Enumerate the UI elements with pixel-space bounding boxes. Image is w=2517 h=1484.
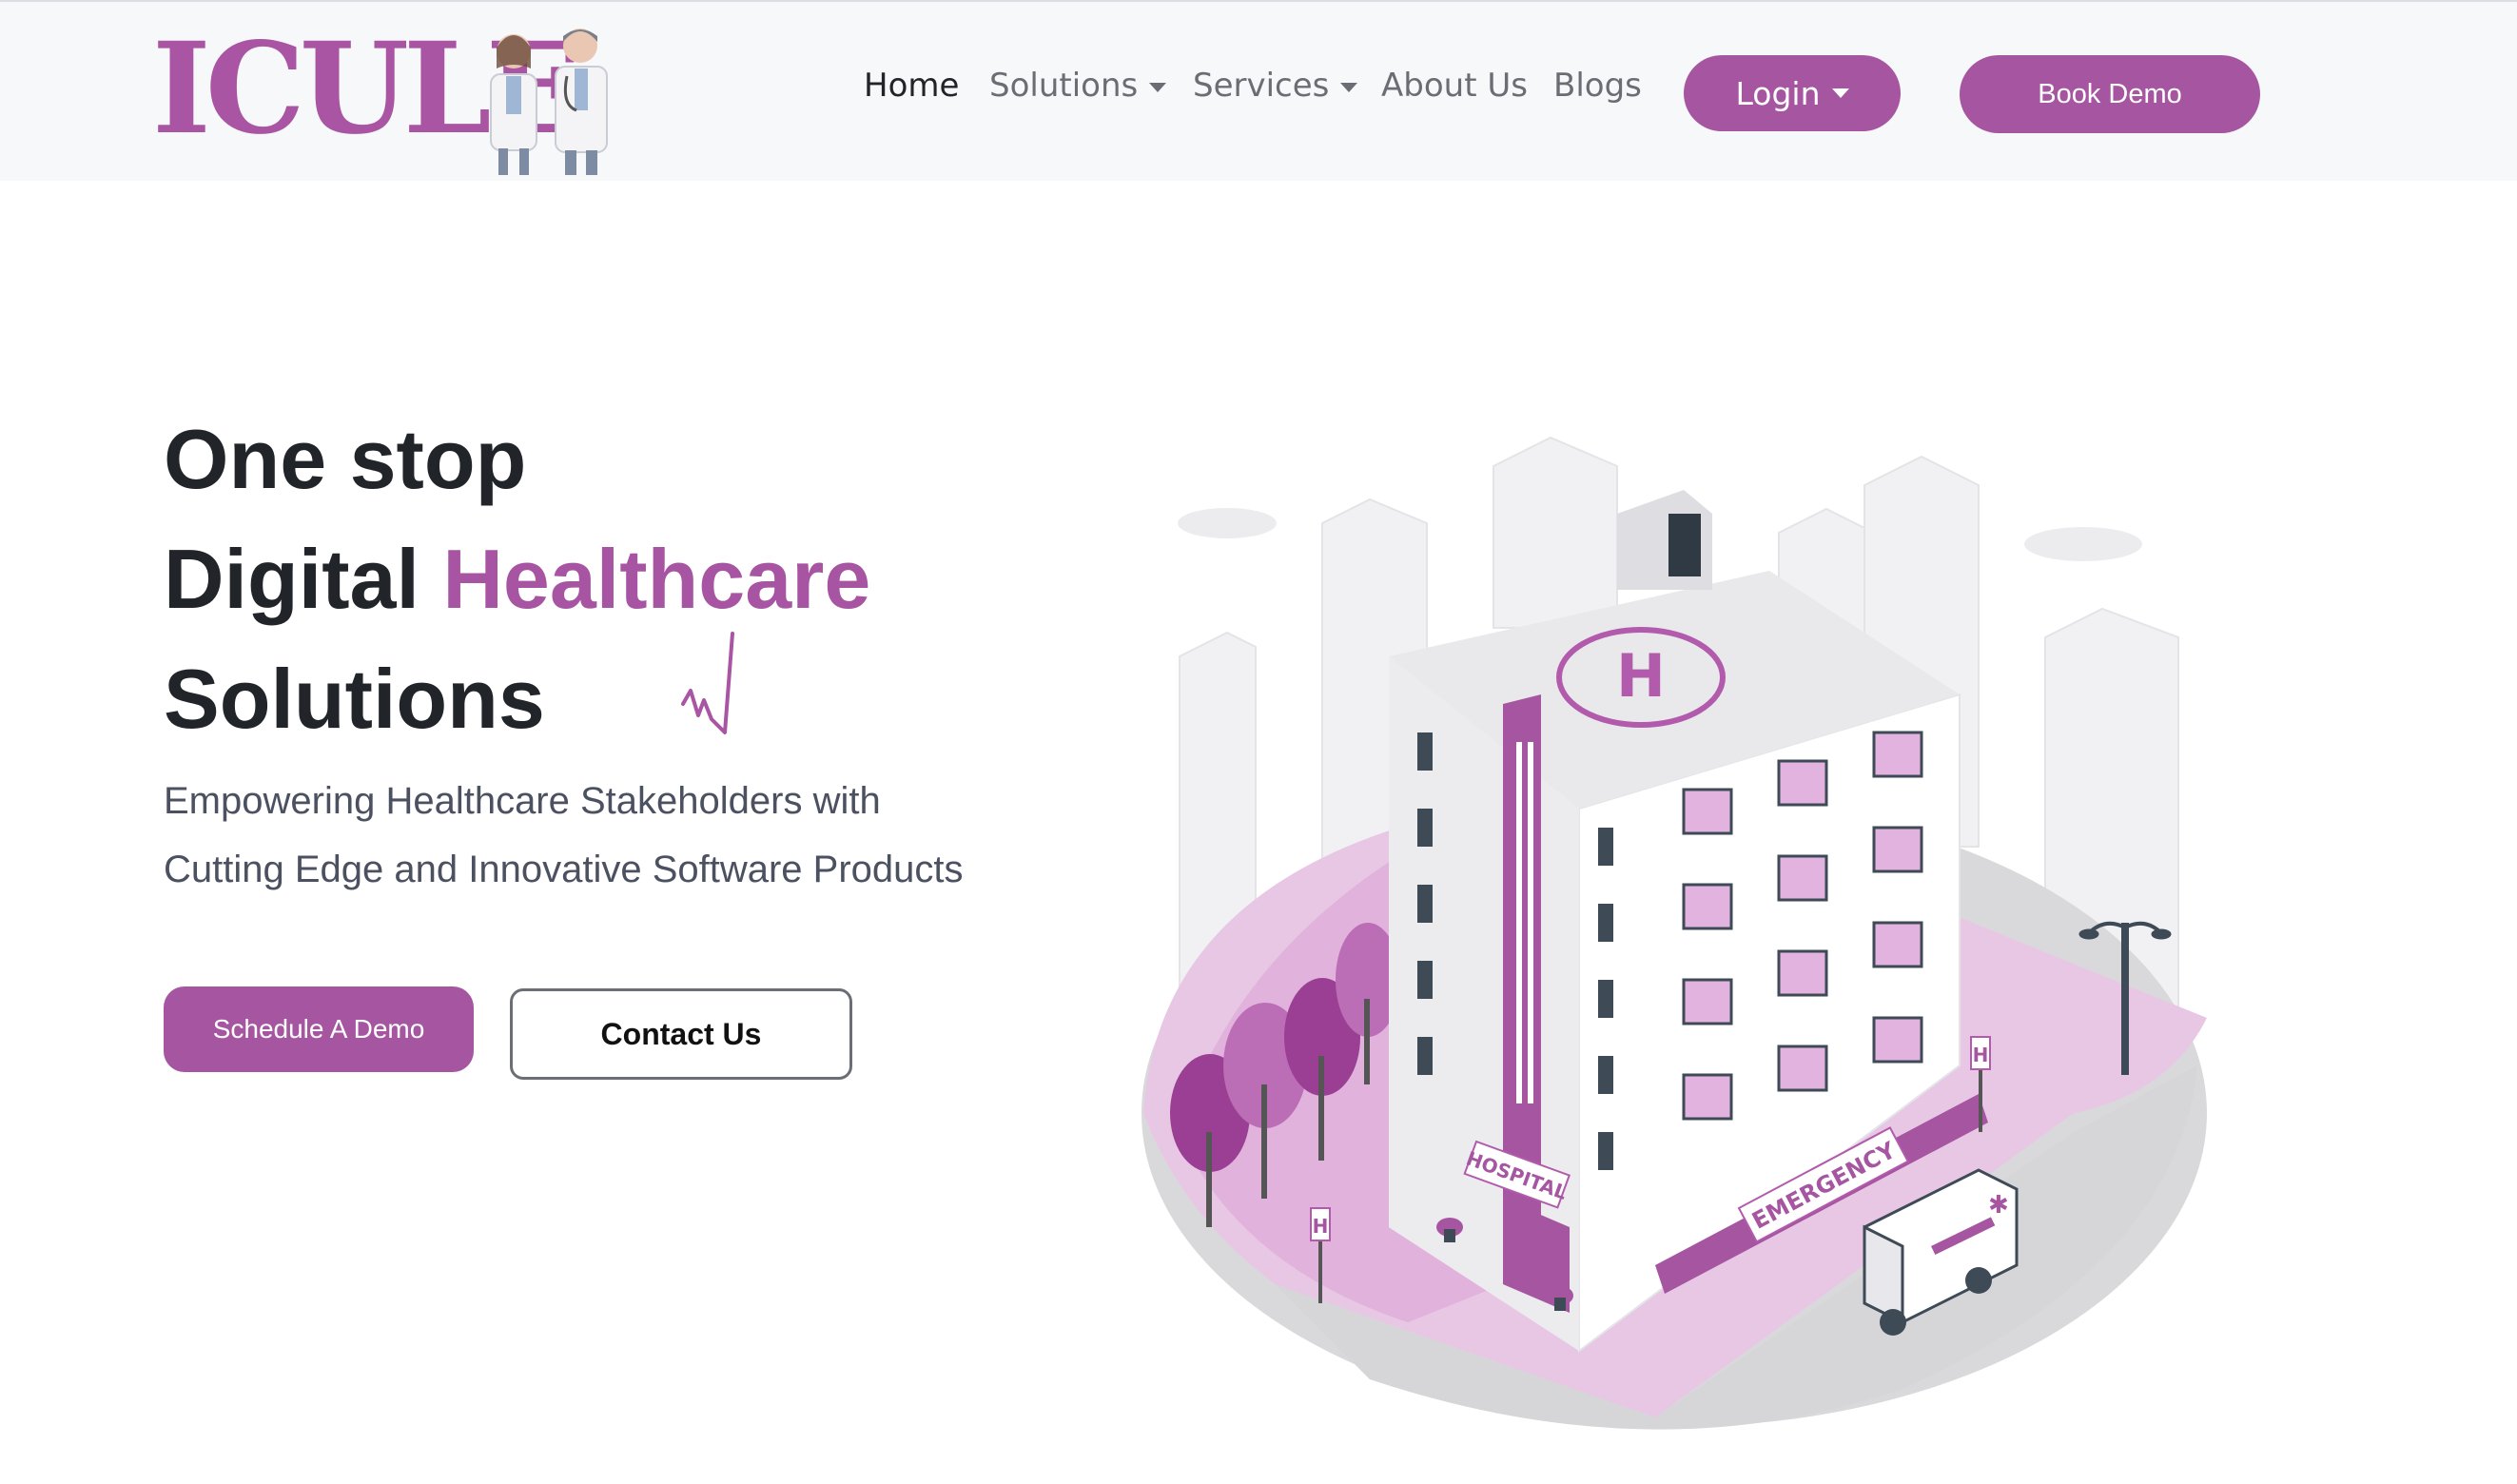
schedule-demo-button[interactable]: Schedule A Demo xyxy=(164,986,474,1072)
street-sign-letter: H xyxy=(1973,1044,1989,1066)
nav-about-label: About Us xyxy=(1381,67,1528,105)
brand-logo[interactable]: ICULE xyxy=(143,15,637,177)
street-sign-letter-2: H xyxy=(1313,1215,1329,1238)
hero-title-line3: Solutions xyxy=(164,652,545,746)
nav-about-us[interactable]: About Us xyxy=(1381,67,1528,105)
nav-home[interactable]: Home xyxy=(864,67,959,105)
nav-solutions-label: Solutions xyxy=(989,67,1139,105)
nav-solutions-dropdown[interactable]: Solutions xyxy=(989,67,1167,105)
hero-title-digital: Digital xyxy=(164,532,420,626)
hero-title: One stop Digital Healthcare Solutions xyxy=(164,400,1115,759)
hero-subtitle: Empowering Healthcare Stakeholders with … xyxy=(164,767,1115,904)
top-navbar: ICULE Home Solutions Services About Us B… xyxy=(0,0,2517,181)
heartbeat-pulse-icon xyxy=(681,632,734,734)
contact-us-label: Contact Us xyxy=(600,1016,762,1051)
nav-home-label: Home xyxy=(864,67,960,105)
book-demo-label: Book Demo xyxy=(2038,78,2182,109)
hospital-illustration: H HOSPITAL EMERGENCY ✱ H H xyxy=(1141,436,2207,1430)
chevron-down-icon xyxy=(1340,82,1358,92)
hero-title-healthcare: Healthcare xyxy=(442,532,871,626)
book-demo-button[interactable]: Book Demo xyxy=(1960,55,2260,133)
nav-services-label: Services xyxy=(1193,67,1330,105)
chevron-down-icon xyxy=(1831,88,1849,98)
hero-title-line1: One stop xyxy=(164,412,527,506)
chevron-down-icon xyxy=(1149,82,1167,92)
contact-us-button[interactable]: Contact Us xyxy=(510,988,852,1080)
nav-services-dropdown[interactable]: Services xyxy=(1193,67,1358,105)
hero-title-line2: Digital Healthcare xyxy=(164,519,1115,639)
helipad-letter: H xyxy=(1616,641,1666,711)
login-label: Login xyxy=(1735,74,1821,112)
svg-text:✱: ✱ xyxy=(1988,1191,2009,1220)
hero-subtitle-line1: Empowering Healthcare Stakeholders with xyxy=(164,780,881,822)
schedule-demo-label: Schedule A Demo xyxy=(212,1014,425,1044)
hero-subtitle-line2: Cutting Edge and Innovative Software Pro… xyxy=(164,849,964,890)
doctors-logo-icon xyxy=(490,29,608,175)
nav-blogs-label: Blogs xyxy=(1553,67,1642,105)
nav-blogs[interactable]: Blogs xyxy=(1553,67,1642,105)
login-dropdown-button[interactable]: Login xyxy=(1684,55,1901,131)
